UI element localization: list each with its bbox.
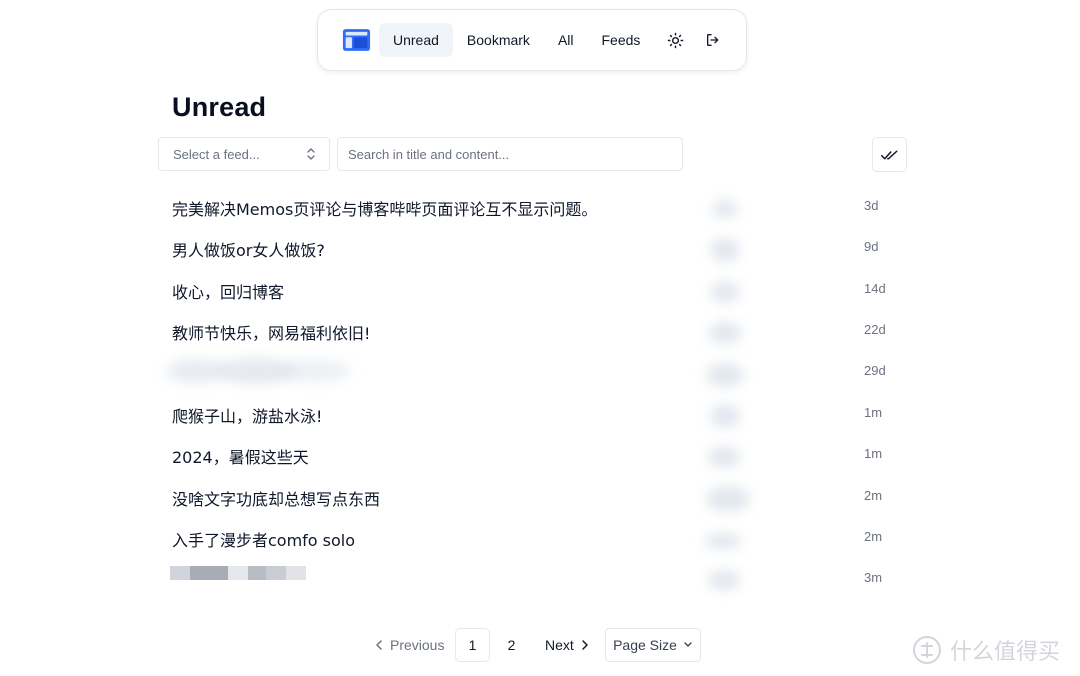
list-item[interactable]: 男人做饭or女人做饭? 9d [0,227,1080,269]
double-check-icon [880,150,897,159]
theme-toggle-button[interactable] [660,23,691,57]
previous-page-button[interactable]: Previous [374,628,444,662]
list-item[interactable]: 收心，回归博客 14d [0,269,1080,311]
list-item[interactable]: 完美解决Memos页评论与博客哔哔页面评论互不显示问题。 3d [0,186,1080,228]
feed-select-placeholder: Select a feed... [173,146,260,162]
nav-tab-unread[interactable]: Unread [378,23,453,57]
list-item[interactable]: 3m [0,558,1080,600]
article-age: 22d [864,322,886,337]
list-item[interactable]: 29d [0,351,1080,393]
feed-avatar [702,525,750,551]
article-age: 9d [864,239,879,254]
top-navigation: Unread Bookmark All Feeds [317,9,747,71]
article-age: 3m [864,570,883,585]
feed-avatar [702,194,750,220]
article-age: 14d [864,281,886,296]
feed-avatar [702,566,750,592]
article-title[interactable]: 没啥文字功底却总想写点东西 [172,486,380,510]
page-size-label: Page Size [613,637,677,653]
feed-avatar [702,442,750,468]
article-title[interactable]: 爬猴子山，游盐水泳! [172,403,322,427]
list-item[interactable]: 2024，暑假这些天 1m [0,434,1080,476]
article-title[interactable]: 男人做饭or女人做饭? [172,237,325,261]
page-button-2[interactable]: 2 [494,628,529,662]
article-age: 3d [864,198,879,213]
nav-tab-bookmark[interactable]: Bookmark [453,23,544,57]
logout-icon [706,34,718,46]
nav-tab-feeds[interactable]: Feeds [588,23,655,57]
page-size-select[interactable]: Page Size [605,628,701,662]
feed-avatar [702,401,750,428]
article-title[interactable]: 完美解决Memos页评论与博客哔哔页面评论互不显示问题。 [172,196,597,220]
article-title[interactable]: 入手了漫步者comfo solo [172,527,355,551]
pixelated-article-title[interactable] [170,566,310,580]
nav-tab-all[interactable]: All [544,23,588,57]
mark-all-read-button[interactable] [872,137,907,172]
article-age: 2m [864,529,883,544]
article-title[interactable]: 教师节快乐，网易福利依旧! [172,320,370,344]
chevron-left-icon [376,640,382,650]
reader-logo-icon[interactable] [342,27,371,53]
list-item[interactable]: 教师节快乐，网易福利依旧! 22d [0,310,1080,352]
article-title[interactable]: 2024，暑假这些天 [172,444,309,468]
feed-avatar [702,484,750,512]
zhi-logo-icon [913,636,941,664]
list-item[interactable]: 没啥文字功底却总想写点东西 2m [0,476,1080,518]
next-page-button[interactable]: Next [545,628,590,662]
feed-select[interactable]: Select a feed... [158,137,330,171]
feed-avatar [702,235,750,262]
article-title[interactable]: 收心，回归博客 [172,279,284,303]
page-title: Unread [172,92,267,122]
watermark-text: 什么值得买 [950,640,1061,665]
article-age: 1m [864,446,883,461]
chevron-right-icon [582,640,588,650]
feed-avatar [702,359,750,387]
chevron-up-down-icon [307,148,315,160]
article-age: 29d [864,363,886,378]
page-button-1[interactable]: 1 [455,628,490,662]
search-input[interactable] [337,137,683,171]
blurred-article-title[interactable] [166,355,356,385]
next-label: Next [545,637,574,653]
logout-button[interactable] [697,23,728,57]
watermark: 什么值得买 [912,634,1060,666]
article-age: 2m [864,488,883,503]
list-item[interactable]: 爬猴子山，游盐水泳! 1m [0,393,1080,435]
previous-label: Previous [390,637,445,653]
sun-icon [668,32,684,48]
chevron-down-icon [684,642,692,647]
list-item[interactable]: 入手了漫步者comfo solo 2m [0,517,1080,559]
feed-avatar [702,277,750,303]
feed-avatar [702,318,750,344]
article-age: 1m [864,405,883,420]
